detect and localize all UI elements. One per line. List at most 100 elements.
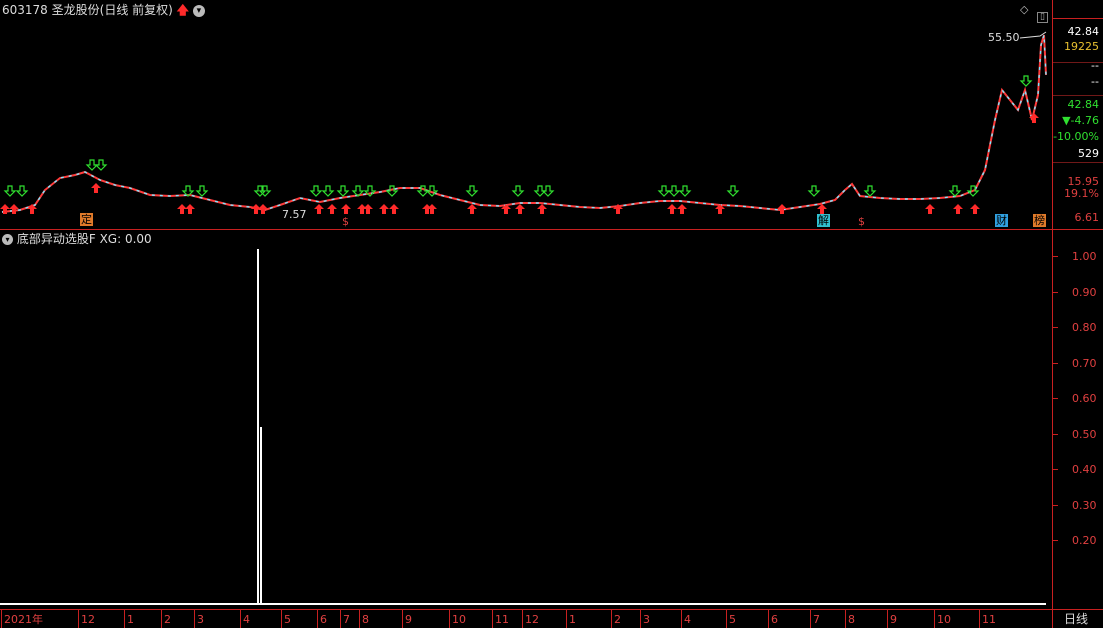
axis-label-change-pct: -10.00% <box>1053 130 1099 143</box>
y-tick-label: 1.00 <box>1072 250 1097 263</box>
period-button[interactable]: 日线 <box>1064 612 1088 626</box>
axis-label-current-price: 42.84 <box>1067 25 1100 38</box>
month-label: 2021年 <box>4 613 43 626</box>
month-tick <box>449 610 450 628</box>
y-tick-mark <box>1053 256 1058 257</box>
month-label: 3 <box>643 613 650 626</box>
month-label: 10 <box>937 613 951 626</box>
axis-label-6-61: 6.61 <box>1074 211 1100 224</box>
month-tick <box>934 610 935 628</box>
axis-label-volume: 19225 <box>1064 40 1099 53</box>
sell-signal-icon <box>309 185 323 197</box>
y-tick-label: 0.20 <box>1072 534 1097 547</box>
month-label: 9 <box>405 613 412 626</box>
high-price-leader <box>1019 31 1047 39</box>
month-label: 5 <box>729 613 736 626</box>
sell-signal-icon <box>511 185 525 197</box>
axis-label-empty-2: -- <box>1091 75 1099 88</box>
y-tick-mark <box>1053 434 1058 435</box>
y-tick-label: 0.50 <box>1072 428 1097 441</box>
right-axis-title-sep <box>1053 18 1103 19</box>
sell-signal-icon <box>425 185 439 197</box>
y-tick-mark <box>1053 505 1058 506</box>
y-tick-mark <box>1053 398 1058 399</box>
y-tick-mark <box>1053 292 1058 293</box>
price-chart[interactable] <box>0 0 1052 229</box>
month-tick <box>340 610 341 628</box>
event-badge-dollar-2[interactable]: $ <box>857 215 866 228</box>
y-tick-mark <box>1053 540 1058 541</box>
price-candles-line-down <box>1 34 1047 213</box>
month-label: 1 <box>127 613 134 626</box>
event-badge-ding[interactable]: 定 <box>80 213 93 226</box>
month-tick <box>979 610 980 628</box>
buy-signal-icon <box>9 204 19 214</box>
sell-signal-icon <box>863 185 877 197</box>
axis-label-529: 529 <box>1078 147 1099 160</box>
month-label: 7 <box>813 613 820 626</box>
month-tick <box>492 610 493 628</box>
axis-label-change: ▼-4.76 <box>1062 114 1099 127</box>
buy-signal-icon <box>327 204 337 214</box>
event-badge-jie[interactable]: 解 <box>817 214 830 227</box>
y-tick-label: 0.60 <box>1072 392 1097 405</box>
month-tick <box>611 610 612 628</box>
sell-signal-icon <box>667 185 681 197</box>
month-tick <box>281 610 282 628</box>
month-tick <box>640 610 641 628</box>
month-label: 10 <box>452 613 466 626</box>
month-label: 2 <box>614 613 621 626</box>
sell-signal-icon <box>465 185 479 197</box>
sell-signal-icon <box>15 185 29 197</box>
month-label: 6 <box>771 613 778 626</box>
event-badge-cai[interactable]: 财 <box>995 214 1008 227</box>
y-tick-label: 0.40 <box>1072 463 1097 476</box>
buy-signal-icon <box>970 204 980 214</box>
month-tick <box>78 610 79 628</box>
month-label: 8 <box>848 613 855 626</box>
buy-signal-icon <box>467 204 477 214</box>
month-label: 12 <box>525 613 539 626</box>
event-badge-dollar-1[interactable]: $ <box>341 215 350 228</box>
y-tick-mark <box>1053 327 1058 328</box>
month-label: 12 <box>81 613 95 626</box>
buy-signal-icon <box>537 204 547 214</box>
month-label: 11 <box>982 613 996 626</box>
month-tick <box>726 610 727 628</box>
month-tick <box>845 610 846 628</box>
month-tick <box>566 610 567 628</box>
buy-signal-icon <box>677 204 687 214</box>
month-label: 3 <box>197 613 204 626</box>
month-label: 8 <box>362 613 369 626</box>
buy-signal-icon <box>258 204 268 214</box>
axis-top-border <box>0 609 1103 610</box>
buy-signal-icon <box>185 204 195 214</box>
month-tick <box>681 610 682 628</box>
buy-signal-icon <box>91 183 101 193</box>
right-axis-sep-3 <box>1053 162 1103 163</box>
month-tick <box>887 610 888 628</box>
event-badge-bang[interactable]: 榜 <box>1033 214 1046 227</box>
sell-signal-icon <box>657 185 671 197</box>
month-tick <box>402 610 403 628</box>
y-tick-mark <box>1053 469 1058 470</box>
buy-signal-icon <box>777 204 787 214</box>
indicator-chart[interactable] <box>0 229 1052 609</box>
month-tick <box>1 610 2 628</box>
buy-signal-icon <box>0 204 10 214</box>
buy-signal-icon <box>925 204 935 214</box>
sell-signal-icon <box>336 185 350 197</box>
sell-signal-icon <box>807 185 821 197</box>
buy-signal-icon <box>515 204 525 214</box>
high-price-label: 55.50 <box>988 31 1020 44</box>
y-tick-mark <box>1053 363 1058 364</box>
price-candles-line <box>1 34 1047 213</box>
low-price-label: 7.57 <box>282 208 307 221</box>
month-tick <box>359 610 360 628</box>
axis-label-empty-1: -- <box>1091 59 1099 72</box>
sell-signal-icon <box>1019 75 1033 87</box>
right-axis-sep-2 <box>1053 95 1103 96</box>
sell-signal-icon <box>726 185 740 197</box>
month-label: 2 <box>164 613 171 626</box>
buy-signal-icon <box>379 204 389 214</box>
